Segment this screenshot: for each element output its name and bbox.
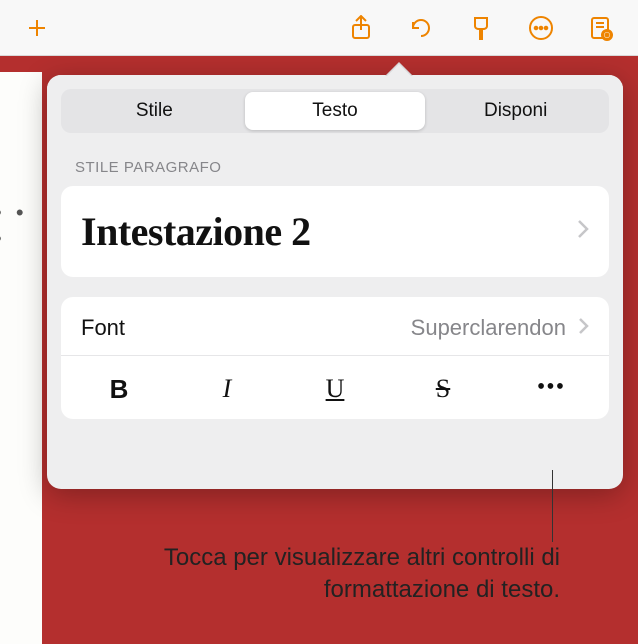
font-row[interactable]: Font Superclarendon [61, 297, 609, 356]
app-toolbar [0, 0, 638, 56]
doc-body-fragment: ppy n y s in [0, 392, 42, 484]
chevron-right-icon [578, 317, 589, 340]
format-brush-icon[interactable] [466, 13, 496, 43]
text-format-row: B I U S ••• [61, 356, 609, 419]
document-page-preview: lo • • • ppy n y s in [0, 72, 42, 644]
font-format-card: Font Superclarendon B I U S ••• [61, 297, 609, 419]
undo-icon[interactable] [406, 13, 436, 43]
callout-leader-line [552, 470, 553, 542]
more-circle-icon[interactable] [526, 13, 556, 43]
callout-text: Tocca per visualizzare altri controlli d… [130, 542, 560, 607]
share-icon[interactable] [346, 13, 376, 43]
paragraph-style-row[interactable]: Intestazione 2 [61, 186, 609, 277]
popover-arrow-inner [387, 64, 411, 76]
doc-separator-dots: • • • [0, 200, 42, 252]
bold-button[interactable]: B [65, 364, 173, 415]
paragraph-style-name: Intestazione 2 [81, 208, 311, 255]
tab-style[interactable]: Stile [64, 92, 245, 130]
italic-button[interactable]: I [173, 364, 281, 415]
format-popover: Stile Testo Disponi STILE PARAGRAFO Inte… [47, 75, 623, 489]
notes-icon[interactable] [586, 13, 616, 43]
doc-heading-fragment: lo [0, 132, 42, 194]
format-tabs: Stile Testo Disponi [61, 89, 609, 133]
add-icon[interactable] [22, 13, 52, 43]
chevron-right-icon [577, 219, 589, 244]
more-text-options-button[interactable]: ••• [497, 364, 605, 415]
font-value: Superclarendon [411, 315, 566, 341]
paragraph-style-section-label: STILE PARAGRAFO [47, 141, 623, 186]
underline-button[interactable]: U [281, 364, 389, 415]
tab-arrange[interactable]: Disponi [425, 92, 606, 130]
font-label: Font [81, 315, 125, 341]
tab-text[interactable]: Testo [245, 92, 426, 130]
strikethrough-button[interactable]: S [389, 364, 497, 415]
paragraph-style-card: Intestazione 2 [61, 186, 609, 277]
